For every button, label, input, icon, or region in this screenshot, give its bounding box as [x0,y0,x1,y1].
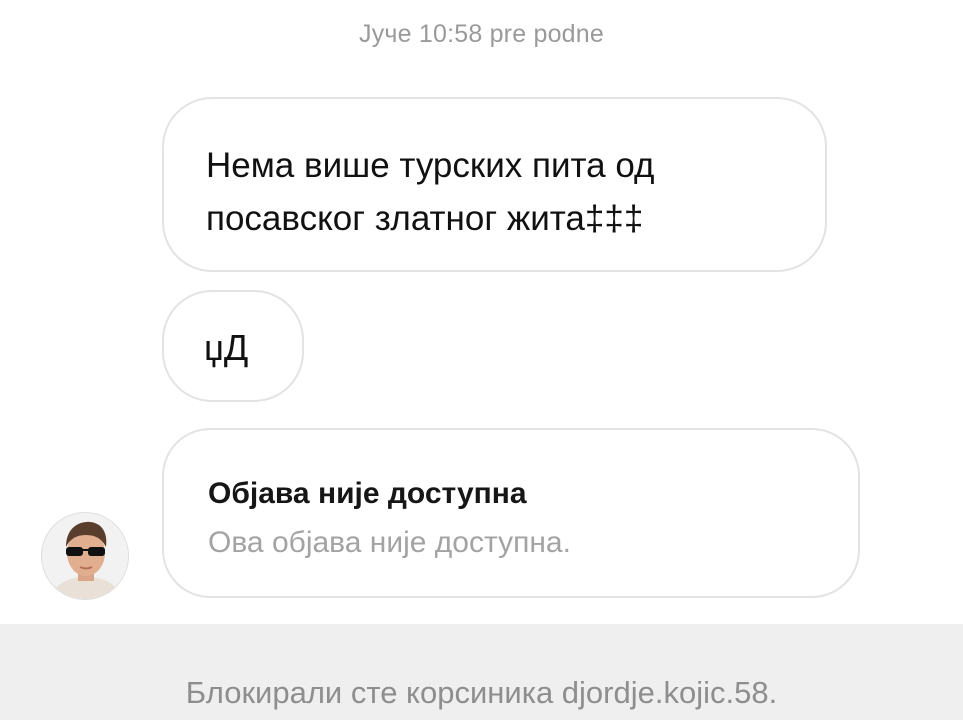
blocked-footer: Блокирали сте корсиника djordje.kojic.58… [0,624,963,720]
shared-post-card[interactable]: Објава није доступна Ова објава није дос… [162,428,860,598]
message-text-line: Нема више турских пита од [206,146,655,185]
message-text: џД [204,327,249,368]
blocked-user-notice: Блокирали сте корсиника djordje.kojic.58… [185,675,778,710]
message-text-line: посавског златног жита‡‡‡ [206,199,644,238]
shared-post-title: Објава није доступна [208,477,527,510]
message-bubble[interactable]: Нема више турских пита од посавског злат… [162,97,827,272]
message-bubble[interactable]: џД [162,290,304,402]
message-timestamp: Јуче 10:58 pre podne [359,20,604,48]
shared-post-description: Ова објава није доступна. [208,526,571,559]
sender-avatar[interactable] [41,512,129,600]
user-photo-avatar-icon [42,513,128,599]
